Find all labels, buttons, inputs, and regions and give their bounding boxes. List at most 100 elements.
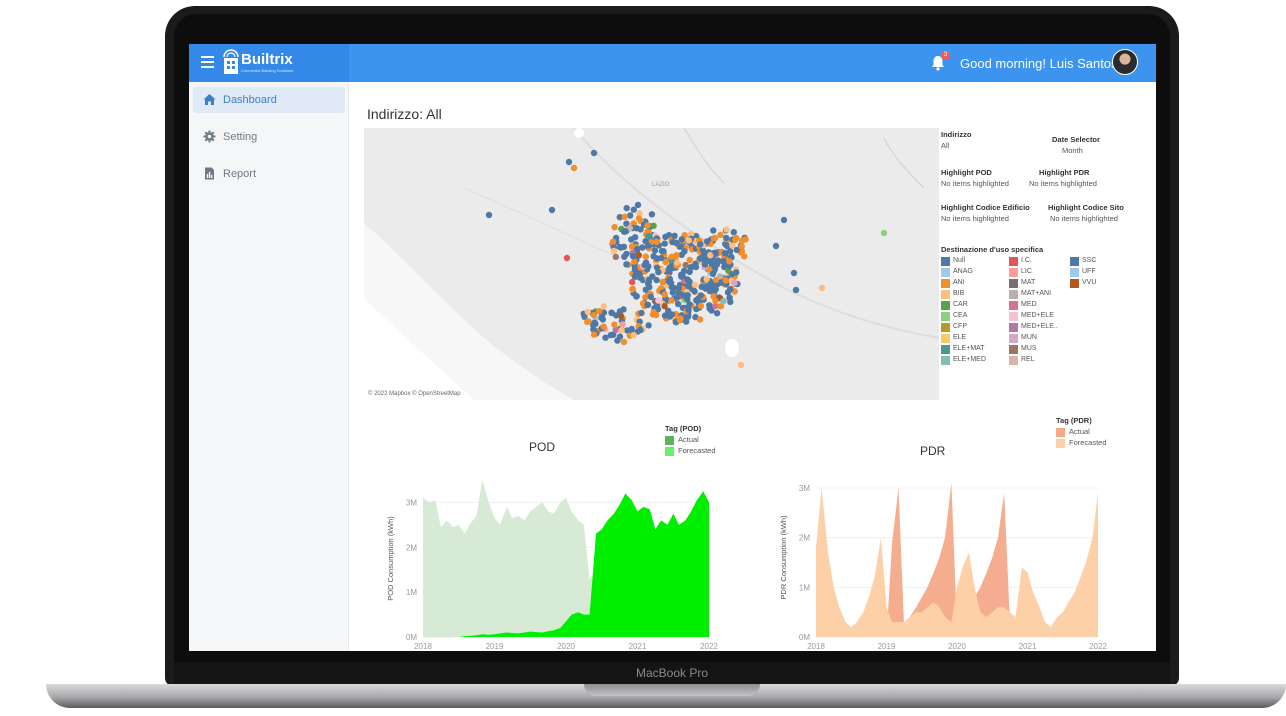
map-point[interactable] (737, 361, 745, 369)
map-point[interactable] (650, 309, 657, 316)
map-point[interactable] (730, 229, 737, 236)
map-point[interactable] (621, 213, 628, 220)
map-point[interactable] (719, 258, 727, 265)
map-point[interactable] (644, 222, 651, 229)
map-point[interactable] (653, 238, 660, 245)
map-point[interactable] (590, 311, 597, 319)
map-point[interactable] (637, 326, 644, 334)
map-point[interactable] (709, 270, 717, 277)
map-point[interactable] (684, 292, 691, 299)
map-point[interactable] (686, 278, 693, 285)
map-point[interactable] (610, 247, 617, 255)
map-point[interactable] (631, 258, 638, 265)
highlight-codice-edificio-value[interactable]: No items highlighted (941, 214, 1009, 223)
map-point[interactable] (678, 236, 685, 243)
map-point[interactable] (733, 269, 740, 276)
map-point[interactable] (703, 275, 710, 283)
map-point[interactable] (565, 158, 573, 166)
map-point[interactable] (741, 253, 748, 260)
map-point[interactable] (703, 238, 711, 245)
map-point[interactable] (729, 242, 736, 249)
map-point[interactable] (570, 164, 578, 172)
map-point[interactable] (696, 316, 704, 323)
map-point[interactable] (655, 268, 662, 276)
map-point[interactable] (658, 247, 666, 255)
map-point[interactable] (638, 309, 645, 317)
series-area-forecasted[interactable] (816, 487, 1098, 637)
pod-legend-actual[interactable]: Actual (665, 435, 716, 446)
map-point[interactable] (691, 287, 698, 295)
map-point[interactable] (710, 227, 717, 234)
map-point[interactable] (706, 302, 713, 309)
map-point[interactable] (723, 226, 730, 233)
map-point[interactable] (590, 331, 598, 338)
map-point[interactable] (548, 206, 556, 214)
map-point[interactable] (596, 308, 603, 315)
map-point[interactable] (711, 234, 719, 242)
map-point[interactable] (790, 269, 798, 277)
map-point[interactable] (590, 149, 598, 157)
map-point[interactable] (641, 261, 648, 269)
map-point[interactable] (642, 286, 649, 293)
pod-legend-forecasted[interactable]: Forecasted (665, 446, 716, 457)
map-point[interactable] (726, 286, 734, 293)
map-point[interactable] (712, 249, 719, 256)
map-point[interactable] (647, 293, 654, 300)
map-point[interactable] (627, 212, 634, 219)
sidebar-item-dashboard[interactable]: Dashboard (193, 87, 345, 113)
map-point[interactable] (726, 258, 733, 265)
map-point[interactable] (710, 257, 717, 264)
map-point[interactable] (618, 327, 625, 334)
map-point[interactable] (661, 291, 668, 298)
map-point[interactable] (697, 241, 704, 248)
map-point[interactable] (659, 278, 666, 285)
map-point[interactable] (644, 301, 651, 308)
map-point[interactable] (780, 216, 788, 224)
map-point[interactable] (661, 302, 668, 310)
map-point[interactable] (645, 242, 652, 249)
pdr-legend-actual[interactable]: Actual (1056, 427, 1107, 438)
map-point[interactable] (651, 247, 659, 254)
map-point[interactable] (584, 308, 591, 315)
map-point[interactable] (620, 243, 628, 250)
map-point[interactable] (655, 297, 662, 304)
map-point[interactable] (630, 206, 637, 213)
map-point[interactable] (613, 312, 620, 319)
map-point[interactable] (611, 224, 618, 231)
highlight-codice-sito-value[interactable]: No items highlighted (1050, 214, 1118, 223)
map-point[interactable] (642, 253, 649, 260)
map-point[interactable] (666, 264, 674, 271)
map-point[interactable] (623, 204, 630, 212)
map-view[interactable]: LAZIO © 2022 Mapbox © OpenStreetMap (364, 128, 939, 400)
map-point[interactable] (634, 201, 642, 209)
map-point[interactable] (629, 278, 636, 286)
map-point[interactable] (669, 239, 677, 246)
pdr-legend-forecasted[interactable]: Forecasted (1056, 438, 1107, 449)
map-point[interactable] (722, 277, 730, 284)
map-point[interactable] (631, 266, 639, 273)
map-point[interactable] (650, 222, 657, 229)
user-avatar[interactable] (1112, 49, 1138, 75)
map-point[interactable] (721, 249, 729, 257)
hamburger-menu-icon[interactable] (201, 56, 214, 68)
map-point[interactable] (645, 233, 652, 240)
highlight-pdr-value[interactable]: No items highlighted (1029, 179, 1097, 188)
map-point[interactable] (648, 211, 656, 218)
map-point[interactable] (653, 255, 661, 262)
map-point[interactable] (563, 254, 571, 262)
sidebar-item-report[interactable]: Report (193, 161, 345, 187)
highlight-pod-value[interactable]: No items highlighted (941, 179, 1009, 188)
map-point[interactable] (621, 253, 628, 260)
filter-date-selector-value[interactable]: Month (1062, 146, 1083, 155)
map-point[interactable] (669, 289, 676, 296)
map-point[interactable] (723, 234, 730, 242)
map-point[interactable] (717, 231, 724, 238)
map-point[interactable] (629, 285, 636, 293)
map-point[interactable] (818, 284, 826, 292)
map-point[interactable] (485, 211, 493, 219)
map-point[interactable] (880, 229, 888, 237)
map-point[interactable] (698, 283, 705, 290)
map-point[interactable] (676, 316, 684, 324)
map-point[interactable] (678, 273, 685, 280)
map-point[interactable] (635, 252, 642, 259)
